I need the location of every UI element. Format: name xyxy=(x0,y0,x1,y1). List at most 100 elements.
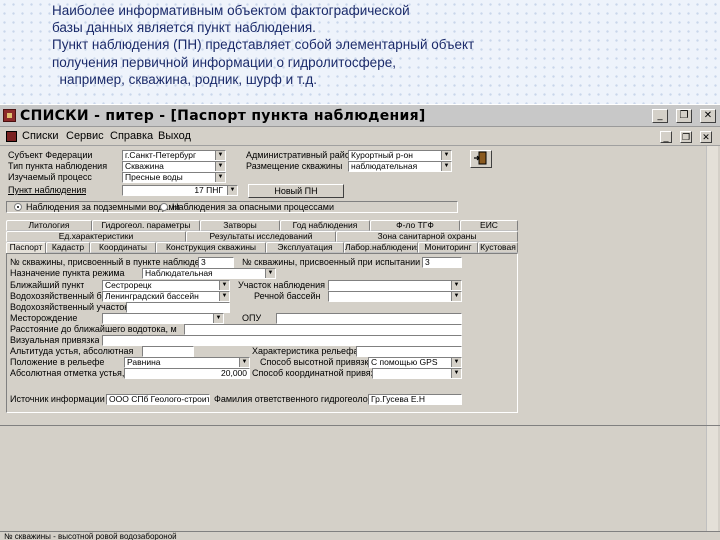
obs-type-label: Тип пункта наблюдения xyxy=(8,161,108,171)
status-bar: № скважины - высотной ровой водозабороно… xyxy=(0,531,720,540)
vertical-scrollbar[interactable] xyxy=(706,146,718,531)
coord-method-label: Способ координатной привязки xyxy=(252,368,384,378)
dropdown-arrow-icon[interactable]: ▼ xyxy=(215,173,225,182)
basin2-label: Речной бассейн xyxy=(254,291,321,301)
author-label: Фамилия ответственного гидрогеолога xyxy=(214,394,376,404)
stream-select[interactable]: ▼ xyxy=(328,280,462,291)
tab-cadastre[interactable]: Кадастр xyxy=(46,242,90,253)
tab-passport[interactable]: Паспорт xyxy=(6,242,46,253)
basin2-select[interactable]: ▼ xyxy=(328,291,462,302)
basin-select[interactable]: Ленинградский бассейн ▼ xyxy=(102,291,230,302)
dropdown-arrow-icon[interactable]: ▼ xyxy=(441,151,451,160)
relief-method-select[interactable]: С помощью GPS ▼ xyxy=(368,357,462,368)
obs-type-select[interactable]: Скважина ▼ xyxy=(122,161,226,172)
geo-label: Визуальная привязка xyxy=(10,335,100,345)
aquifer-label: Изучаемый процесс xyxy=(8,172,92,182)
radio-hazards-label: Наблюдения за опасными процессами xyxy=(172,202,335,212)
radio-groundwater[interactable] xyxy=(14,203,22,211)
dropdown-arrow-icon[interactable]: ▼ xyxy=(215,151,225,160)
dropdown-arrow-icon[interactable]: ▼ xyxy=(451,292,461,301)
tab-coords[interactable]: Координаты xyxy=(90,242,156,253)
tab-cluster[interactable]: Кустовая xyxy=(478,242,518,253)
inner-minimize-button[interactable]: _ xyxy=(660,131,672,143)
minimize-button[interactable]: _ xyxy=(652,109,668,123)
tab-year[interactable]: Год наблюдения xyxy=(280,220,370,231)
slide-line: например, скважина, родник, шурф и т.д. xyxy=(52,71,318,87)
coord-method-select[interactable]: ▼ xyxy=(372,368,462,379)
level-select[interactable]: Наблюдательная ▼ xyxy=(142,268,276,279)
relief-label: Положение в рельефе xyxy=(10,357,105,367)
dropdown-arrow-icon[interactable]: ▼ xyxy=(451,281,461,290)
exit-door-button[interactable] xyxy=(470,150,492,168)
status-text: № скважины - высотной ровой водозабороно… xyxy=(4,532,177,540)
wh-field[interactable] xyxy=(126,302,230,313)
relief-method-label: Способ высотной привязки xyxy=(260,357,374,367)
num-pn-field[interactable]: 3 xyxy=(198,257,234,268)
restore-button[interactable]: ❐ xyxy=(676,109,692,123)
inner-close-button[interactable]: ✕ xyxy=(700,131,712,143)
tab-eis[interactable]: ЕИС xyxy=(460,220,518,231)
dropdown-arrow-icon[interactable]: ▼ xyxy=(451,369,461,378)
geo-field[interactable] xyxy=(102,335,462,346)
height-field[interactable] xyxy=(142,346,194,357)
tab-monitoring[interactable]: Мониторинг xyxy=(418,242,478,253)
dropdown-arrow-icon[interactable]: ▼ xyxy=(219,281,229,290)
author-field[interactable]: Гр.Гусева Е.Н xyxy=(368,394,462,405)
source-label: Источник информации xyxy=(10,394,105,404)
tab-tgf[interactable]: Ф-ло ТГФ xyxy=(370,220,460,231)
place-select[interactable]: наблюдательная ▼ xyxy=(348,161,452,172)
aquifer-select[interactable]: Пресные воды ▼ xyxy=(122,172,226,183)
menu-spiski[interactable]: Списки xyxy=(22,130,59,142)
tab-research[interactable]: Результаты исследований xyxy=(186,231,336,242)
tab-gates[interactable]: Затворы xyxy=(200,220,280,231)
divider xyxy=(0,425,720,426)
pn-select[interactable]: 17 ПНГ ▼ xyxy=(122,185,238,196)
document-icon xyxy=(6,131,17,142)
subject-label: Субъект Федерации xyxy=(8,150,93,160)
admin-select[interactable]: Курортный р-он ▼ xyxy=(348,150,452,161)
app-icon xyxy=(3,109,16,122)
dropdown-arrow-icon[interactable]: ▼ xyxy=(227,186,237,195)
close-button[interactable]: ✕ xyxy=(700,109,716,123)
inner-restore-button[interactable]: ❐ xyxy=(680,131,692,143)
radio-groundwater-label: Наблюдения за подземными водами xyxy=(26,202,180,212)
tab-sanitary[interactable]: Зона санитарной охраны xyxy=(336,231,518,242)
dropdown-arrow-icon[interactable]: ▼ xyxy=(239,358,249,367)
dropdown-arrow-icon[interactable]: ▼ xyxy=(265,269,275,278)
tab-construction[interactable]: Конструкция скважины xyxy=(156,242,266,253)
place-label: Размещение скважины xyxy=(246,161,343,171)
tab-lithology[interactable]: Литология xyxy=(6,220,92,231)
alt-field[interactable]: 20,000 xyxy=(124,368,250,379)
dropdown-arrow-icon[interactable]: ▼ xyxy=(451,358,461,367)
slide-line: Наиболее информативным объектом фактогра… xyxy=(52,3,410,18)
dropdown-arrow-icon[interactable]: ▼ xyxy=(441,162,451,171)
wh-label: Водохозяйственный участок xyxy=(10,302,129,312)
num-pr-field[interactable]: 3 xyxy=(422,257,462,268)
dropdown-arrow-icon[interactable]: ▼ xyxy=(215,162,225,171)
relief-char-field[interactable] xyxy=(356,346,462,357)
subject-select[interactable]: г.Санкт-Петербург ▼ xyxy=(122,150,226,161)
num-pr-label: № скважины, присвоенный при испытании xyxy=(242,257,421,267)
app-window: СПИСКИ - питер - [Паспорт пункта наблюде… xyxy=(0,104,720,540)
river-select[interactable]: Сестрорецк ▼ xyxy=(102,280,230,291)
dropdown-arrow-icon[interactable]: ▼ xyxy=(219,292,229,301)
deposit-label: Месторождение xyxy=(10,313,78,323)
deposit-select[interactable]: ▼ xyxy=(102,313,224,324)
tab-characteristics[interactable]: Ед.характеристики xyxy=(6,231,186,242)
relief-select[interactable]: Равнина ▼ xyxy=(124,357,250,368)
title-bar: СПИСКИ - питер - [Паспорт пункта наблюде… xyxy=(0,105,720,127)
radio-hazards[interactable] xyxy=(160,203,168,211)
dist-field[interactable] xyxy=(184,324,462,335)
tab-lab[interactable]: Лабор.наблюдения xyxy=(344,242,418,253)
menu-service[interactable]: Сервис xyxy=(66,130,104,142)
tab-exploitation[interactable]: Эксплуатация xyxy=(266,242,344,253)
menu-exit[interactable]: Выход xyxy=(158,130,191,142)
dropdown-arrow-icon[interactable]: ▼ xyxy=(213,314,223,323)
dist-label: Расстояние до ближайшего водотока, м xyxy=(10,324,177,334)
menu-help[interactable]: Справка xyxy=(110,130,153,142)
source-field[interactable]: ООО СПб Геолого-строит. xyxy=(106,394,210,405)
slide-line: базы данных является пункт наблюдения. xyxy=(52,20,316,36)
opu-field[interactable] xyxy=(276,313,462,324)
new-pn-button[interactable]: Новый ПН xyxy=(248,184,344,198)
tab-hydro-params[interactable]: Гидрогеол. параметры xyxy=(92,220,200,231)
